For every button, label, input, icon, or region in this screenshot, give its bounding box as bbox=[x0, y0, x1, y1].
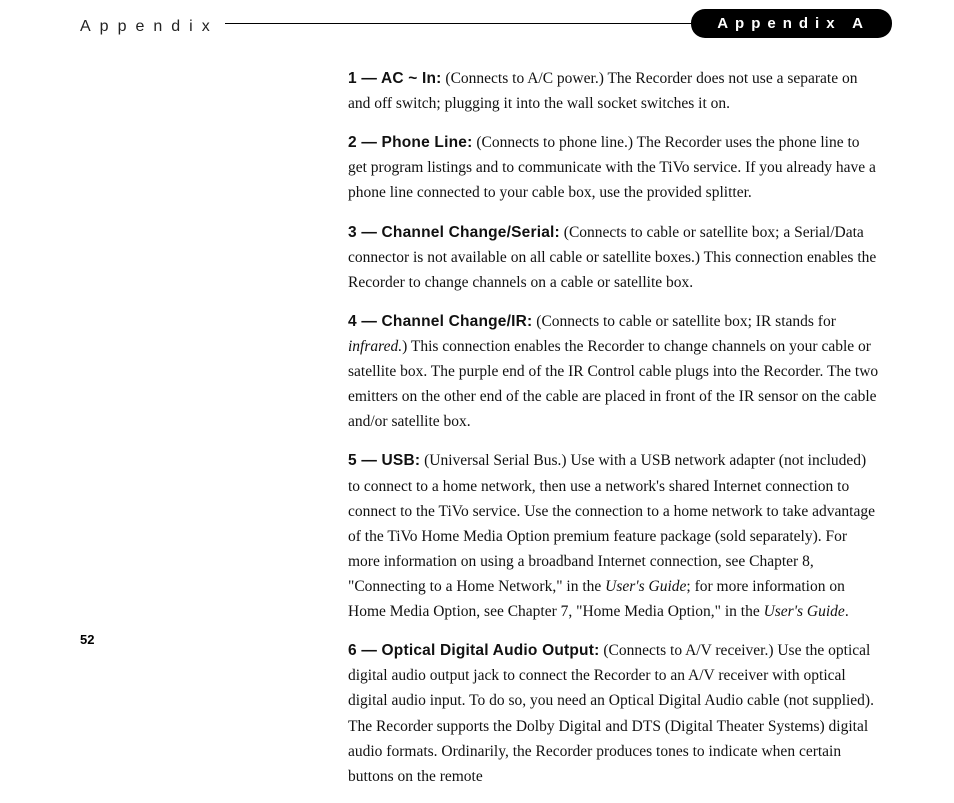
item-5-text-a: (Universal Serial Bus.) Use with a USB n… bbox=[348, 452, 875, 595]
item-6-text: (Connects to A/V receiver.) Use the opti… bbox=[348, 642, 874, 785]
item-3-label: 3 — Channel Change/Serial: bbox=[348, 224, 560, 241]
item-1-label: 1 — AC ~ In: bbox=[348, 70, 442, 87]
item-4: 4 — Channel Change/IR: (Connects to cabl… bbox=[348, 309, 880, 435]
item-4-after-1: ) This connection enables the Recorder t… bbox=[348, 338, 878, 430]
body-content: 1 — AC ~ In: (Connects to A/C power.) Th… bbox=[348, 66, 880, 803]
header-left-text: Appendix bbox=[80, 18, 219, 36]
page-header: Appendix Appendix A bbox=[0, 0, 954, 45]
item-5-label: 5 — USB: bbox=[348, 452, 420, 469]
item-5-italic-1: User's Guide bbox=[605, 578, 686, 595]
item-4-text-a: (Connects to cable or satellite box; IR … bbox=[532, 313, 835, 330]
item-5-after-2: . bbox=[845, 603, 849, 620]
header-right-pill: Appendix A bbox=[691, 9, 892, 38]
item-4-italic-1: infrared. bbox=[348, 338, 402, 355]
item-2-label: 2 — Phone Line: bbox=[348, 134, 472, 151]
item-6-label: 6 — Optical Digital Audio Output: bbox=[348, 642, 599, 659]
page-number: 52 bbox=[80, 632, 94, 647]
item-6: 6 — Optical Digital Audio Output: (Conne… bbox=[348, 638, 880, 789]
item-5: 5 — USB: (Universal Serial Bus.) Use wit… bbox=[348, 448, 880, 624]
item-3: 3 — Channel Change/Serial: (Connects to … bbox=[348, 220, 880, 295]
item-1: 1 — AC ~ In: (Connects to A/C power.) Th… bbox=[348, 66, 880, 116]
item-4-label: 4 — Channel Change/IR: bbox=[348, 313, 532, 330]
item-5-italic-2: User's Guide bbox=[764, 603, 845, 620]
item-2: 2 — Phone Line: (Connects to phone line.… bbox=[348, 130, 880, 205]
